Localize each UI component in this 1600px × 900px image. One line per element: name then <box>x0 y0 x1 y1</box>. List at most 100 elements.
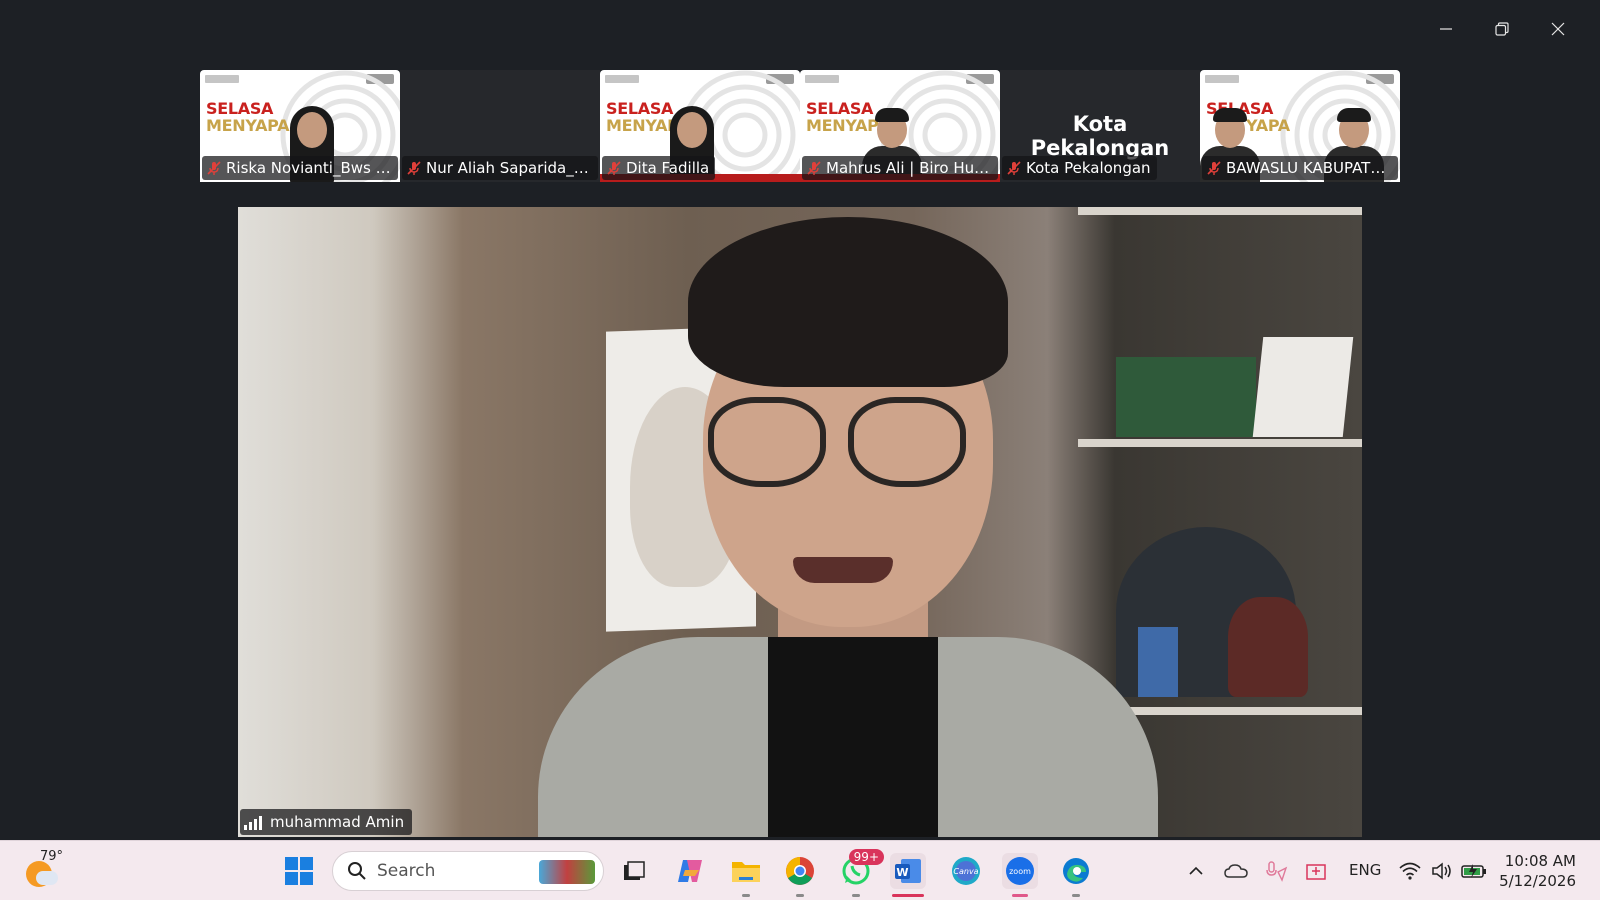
running-indicator <box>1072 894 1080 897</box>
participant-name-label: Mahrus Ali | Biro Huku... <box>802 156 998 180</box>
volume-button[interactable] <box>1424 853 1460 889</box>
chrome-button[interactable] <box>782 853 818 897</box>
search-box[interactable]: Search <box>332 851 604 891</box>
weather-temperature: 79° <box>40 849 64 864</box>
canva-button[interactable]: Canva <box>948 853 984 889</box>
participant-name: BAWASLU KABUPATEN... <box>1226 159 1392 177</box>
active-indicator <box>1012 894 1028 897</box>
cloud-icon <box>36 871 58 885</box>
chrome-icon <box>786 857 814 885</box>
shelf <box>1078 207 1362 215</box>
window-controls <box>1418 14 1586 44</box>
close-icon <box>1551 22 1565 36</box>
show-hidden-icons-button[interactable] <box>1178 853 1214 889</box>
banner-title: SELASA MENYAPA <box>206 99 290 135</box>
cloud-icon <box>1224 864 1248 878</box>
speaker-name-label: muhammad Amin <box>240 809 413 835</box>
participant-strip: SELASA MENYAPA Riska Novianti_Bws Te... … <box>200 70 1400 182</box>
zoom-icon: zoom <box>1006 857 1034 885</box>
signal-strength-icon <box>244 814 264 830</box>
speaker-person <box>538 217 1158 837</box>
bawaslu-logo <box>1205 75 1239 83</box>
file-explorer-icon <box>732 862 760 882</box>
canva-icon: Canva <box>952 857 980 885</box>
word-icon: W <box>895 859 921 883</box>
volume-icon <box>1432 862 1451 880</box>
mic-muted-icon <box>407 161 421 175</box>
file-explorer-button[interactable] <box>728 853 764 897</box>
participant-tile[interactable]: SELASA MENYAP Dita Fadilla <box>600 70 800 182</box>
taskbar: 79° Search 99+ W Canva zoom ENG 10:08 AM… <box>0 840 1600 900</box>
participant-name: Mahrus Ali | Biro Huku... <box>826 159 992 177</box>
windows-logo-icon <box>285 857 313 885</box>
participant-tile[interactable]: SELASA YAPA BAWASLU KABUPATEN... <box>1200 70 1400 182</box>
participant-name-label: Nur Aliah Saparida_ B... <box>402 156 598 180</box>
wifi-icon <box>1399 862 1421 880</box>
running-indicator <box>796 894 804 897</box>
restore-button[interactable] <box>1474 14 1530 44</box>
svg-text:W: W <box>896 866 908 879</box>
mic-muted-icon <box>807 161 821 175</box>
running-indicator <box>852 894 860 897</box>
whatsapp-button[interactable]: 99+ <box>838 849 884 897</box>
chevron-up-icon <box>1189 866 1203 875</box>
participant-big-name: Kota Pekalongan <box>1030 112 1170 160</box>
screen-share-indicator[interactable] <box>1298 853 1334 889</box>
microphone-send-icon <box>1266 861 1288 882</box>
participant-tile[interactable]: SELASA MENYAPA Riska Novianti_Bws Te... <box>200 70 400 182</box>
clock-date: 5/12/2026 <box>1499 872 1576 890</box>
participant-name: Nur Aliah Saparida_ B... <box>426 159 592 177</box>
restore-icon <box>1495 22 1509 36</box>
mic-muted-icon <box>1207 161 1221 175</box>
notification-badge: 99+ <box>848 849 884 865</box>
battery-charging-icon <box>1461 864 1486 878</box>
clock-time: 10:08 AM <box>1504 852 1576 870</box>
active-indicator <box>892 894 924 897</box>
screen-share-icon <box>1306 864 1326 880</box>
participant-tile[interactable]: SELASA MENYAP Mahrus Ali | Biro Huku... <box>800 70 1000 182</box>
minimize-button[interactable] <box>1418 14 1474 44</box>
participant-tile[interactable]: Nur Aliah Saparida_ B... <box>400 70 600 182</box>
search-icon <box>348 862 366 880</box>
bawaslu-logo <box>805 75 839 83</box>
svg-text:Canva: Canva <box>953 867 978 876</box>
bawaslu-logo <box>205 75 239 83</box>
close-button[interactable] <box>1530 14 1586 44</box>
participant-name: Dita Fadilla <box>626 159 710 177</box>
mic-muted-icon <box>607 161 621 175</box>
copilot-button[interactable] <box>672 853 708 889</box>
participant-name: Riska Novianti_Bws Te... <box>226 159 392 177</box>
start-button[interactable] <box>281 853 317 889</box>
word-button[interactable]: W <box>890 853 926 897</box>
task-view-button[interactable] <box>616 853 652 889</box>
shelf-object <box>1252 337 1354 437</box>
wifi-button[interactable] <box>1392 853 1428 889</box>
participant-name-label: Kota Pekalongan <box>1002 156 1157 180</box>
battery-button[interactable] <box>1456 853 1492 889</box>
minimize-icon <box>1440 28 1452 30</box>
weather-widget[interactable]: 79° <box>24 849 64 891</box>
participant-tile[interactable]: Kota Pekalongan Kota Pekalongan <box>1000 70 1200 182</box>
participant-name-label: BAWASLU KABUPATEN... <box>1202 156 1398 180</box>
edge-button[interactable] <box>1058 853 1094 897</box>
mic-muted-icon <box>207 161 221 175</box>
microphone-in-use-button[interactable] <box>1258 853 1294 889</box>
zoom-button[interactable]: zoom <box>1002 853 1038 897</box>
input-language[interactable]: ENG <box>1349 861 1381 879</box>
participant-name-label: Dita Fadilla <box>602 156 716 180</box>
task-view-icon <box>624 861 645 880</box>
copilot-icon <box>678 860 702 882</box>
mic-muted-icon <box>1007 161 1021 175</box>
shelf-statue <box>1228 597 1308 697</box>
system-clock[interactable]: 10:08 AM 5/12/2026 <box>1499 851 1576 891</box>
participant-name: Kota Pekalongan <box>1026 159 1151 177</box>
svg-text:zoom: zoom <box>1009 867 1031 876</box>
participant-name-label: Riska Novianti_Bws Te... <box>202 156 398 180</box>
search-highlight-image <box>539 860 595 884</box>
edge-icon <box>1063 858 1089 884</box>
speaker-video[interactable]: muhammad Amin <box>238 207 1362 837</box>
onedrive-button[interactable] <box>1218 853 1254 889</box>
speaker-name: muhammad Amin <box>270 813 405 831</box>
bawaslu-logo <box>605 75 639 83</box>
search-placeholder: Search <box>377 861 436 881</box>
